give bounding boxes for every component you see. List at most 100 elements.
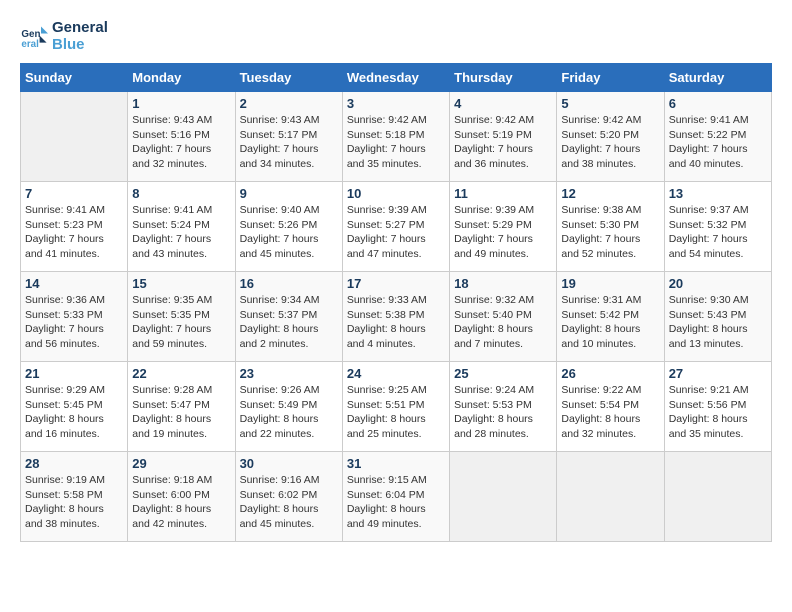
header: Gen eral GeneralBlue <box>20 20 772 53</box>
day-info: Sunrise: 9:33 AMSunset: 5:38 PMDaylight:… <box>347 293 445 352</box>
day-number: 25 <box>454 366 552 381</box>
day-cell: 1 Sunrise: 9:43 AMSunset: 5:16 PMDaylight… <box>128 92 235 182</box>
day-header-friday: Friday <box>557 64 664 92</box>
day-cell: 26 Sunrise: 9:22 AMSunset: 5:54 PMDayligh… <box>557 362 664 452</box>
day-cell: 5Sunrise: 9:42 AMSunset: 5:20 PMDaylight… <box>557 92 664 182</box>
day-info: Sunrise: 9:26 AMSunset: 5:49 PMDaylight:… <box>240 383 338 442</box>
day-cell: 30Sunrise: 9:16 AMSunset: 6:02 PMDayligh… <box>235 452 342 542</box>
day-info: Sunrise: 9:24 AMSunset: 5:53 PMDaylight:… <box>454 383 552 442</box>
day-number: 18 <box>454 276 552 291</box>
day-header-monday: Monday <box>128 64 235 92</box>
day-info: Sunrise: 9:43 AMSunset: 5:17 PMDaylight:… <box>240 113 338 172</box>
day-header-sunday: Sunday <box>21 64 128 92</box>
day-header-wednesday: Wednesday <box>342 64 449 92</box>
day-number: 3 <box>347 96 445 111</box>
day-number: 23 <box>240 366 338 381</box>
day-info: Sunrise: 9:22 AMSunset: 5:54 PMDaylight:… <box>561 383 659 442</box>
day-number: 7 <box>25 186 123 201</box>
day-number: 19 <box>561 276 659 291</box>
day-info: Sunrise: 9:29 AMSunset: 5:45 PMDaylight:… <box>25 383 123 442</box>
day-cell: 8 Sunrise: 9:41 AMSunset: 5:24 PMDaylight… <box>128 182 235 272</box>
day-number: 29 <box>132 456 230 471</box>
day-info: Sunrise: 9:42 AMSunset: 5:19 PMDaylight:… <box>454 113 552 172</box>
day-cell: 10 Sunrise: 9:39 AMSunset: 5:27 PMDayligh… <box>342 182 449 272</box>
day-info: Sunrise: 9:38 AMSunset: 5:30 PMDaylight:… <box>561 203 659 262</box>
week-row-2: 7 Sunrise: 9:41 AMSunset: 5:23 PMDaylight… <box>21 182 772 272</box>
day-cell: 9 Sunrise: 9:40 AMSunset: 5:26 PMDaylight… <box>235 182 342 272</box>
day-info: Sunrise: 9:42 AMSunset: 5:18 PMDaylight:… <box>347 113 445 172</box>
day-number: 28 <box>25 456 123 471</box>
day-info: Sunrise: 9:36 AMSunset: 5:33 PMDaylight:… <box>25 293 123 352</box>
day-number: 15 <box>132 276 230 291</box>
day-number: 8 <box>132 186 230 201</box>
day-number: 16 <box>240 276 338 291</box>
day-number: 11 <box>454 186 552 201</box>
day-cell: 15 Sunrise: 9:35 AMSunset: 5:35 PMDayligh… <box>128 272 235 362</box>
header-row: SundayMondayTuesdayWednesdayThursdayFrid… <box>21 64 772 92</box>
day-number: 26 <box>561 366 659 381</box>
day-info: Sunrise: 9:40 AMSunset: 5:26 PMDaylight:… <box>240 203 338 262</box>
day-cell: 4 Sunrise: 9:42 AMSunset: 5:19 PMDaylight… <box>450 92 557 182</box>
day-header-saturday: Saturday <box>664 64 771 92</box>
day-info: Sunrise: 9:41 AMSunset: 5:22 PMDaylight:… <box>669 113 767 172</box>
day-cell <box>21 92 128 182</box>
logo-icon: Gen eral <box>20 23 48 51</box>
day-cell: 18Sunrise: 9:32 AMSunset: 5:40 PMDayligh… <box>450 272 557 362</box>
day-cell: 29Sunrise: 9:18 AMSunset: 6:00 PMDayligh… <box>128 452 235 542</box>
day-info: Sunrise: 9:41 AMSunset: 5:23 PMDaylight:… <box>25 203 123 262</box>
day-info: Sunrise: 9:41 AMSunset: 5:24 PMDaylight:… <box>132 203 230 262</box>
day-number: 27 <box>669 366 767 381</box>
day-number: 21 <box>25 366 123 381</box>
day-number: 22 <box>132 366 230 381</box>
day-number: 2 <box>240 96 338 111</box>
day-header-thursday: Thursday <box>450 64 557 92</box>
day-info: Sunrise: 9:37 AMSunset: 5:32 PMDaylight:… <box>669 203 767 262</box>
day-cell: 6 Sunrise: 9:41 AMSunset: 5:22 PMDaylight… <box>664 92 771 182</box>
day-info: Sunrise: 9:19 AMSunset: 5:58 PMDaylight:… <box>25 473 123 532</box>
day-header-tuesday: Tuesday <box>235 64 342 92</box>
week-row-3: 14 Sunrise: 9:36 AMSunset: 5:33 PMDayligh… <box>21 272 772 362</box>
day-number: 6 <box>669 96 767 111</box>
day-number: 14 <box>25 276 123 291</box>
calendar-table: SundayMondayTuesdayWednesdayThursdayFrid… <box>20 63 772 542</box>
week-row-5: 28 Sunrise: 9:19 AMSunset: 5:58 PMDayligh… <box>21 452 772 542</box>
day-cell: 28 Sunrise: 9:19 AMSunset: 5:58 PMDayligh… <box>21 452 128 542</box>
day-cell: 2 Sunrise: 9:43 AMSunset: 5:17 PMDaylight… <box>235 92 342 182</box>
day-cell: 13Sunrise: 9:37 AMSunset: 5:32 PMDayligh… <box>664 182 771 272</box>
day-cell: 14 Sunrise: 9:36 AMSunset: 5:33 PMDayligh… <box>21 272 128 362</box>
day-number: 4 <box>454 96 552 111</box>
day-info: Sunrise: 9:43 AMSunset: 5:16 PMDaylight:… <box>132 113 230 172</box>
day-number: 12 <box>561 186 659 201</box>
day-cell: 31Sunrise: 9:15 AMSunset: 6:04 PMDayligh… <box>342 452 449 542</box>
day-info: Sunrise: 9:16 AMSunset: 6:02 PMDaylight:… <box>240 473 338 532</box>
day-number: 9 <box>240 186 338 201</box>
day-cell: 3 Sunrise: 9:42 AMSunset: 5:18 PMDaylight… <box>342 92 449 182</box>
day-cell: 25 Sunrise: 9:24 AMSunset: 5:53 PMDayligh… <box>450 362 557 452</box>
day-info: Sunrise: 9:39 AMSunset: 5:27 PMDaylight:… <box>347 203 445 262</box>
day-cell: 16 Sunrise: 9:34 AMSunset: 5:37 PMDayligh… <box>235 272 342 362</box>
day-number: 10 <box>347 186 445 201</box>
day-cell <box>664 452 771 542</box>
day-number: 24 <box>347 366 445 381</box>
day-cell: 19 Sunrise: 9:31 AMSunset: 5:42 PMDayligh… <box>557 272 664 362</box>
day-number: 20 <box>669 276 767 291</box>
day-cell: 24 Sunrise: 9:25 AMSunset: 5:51 PMDayligh… <box>342 362 449 452</box>
day-cell: 23 Sunrise: 9:26 AMSunset: 5:49 PMDayligh… <box>235 362 342 452</box>
day-cell: 12 Sunrise: 9:38 AMSunset: 5:30 PMDayligh… <box>557 182 664 272</box>
day-info: Sunrise: 9:25 AMSunset: 5:51 PMDaylight:… <box>347 383 445 442</box>
day-info: Sunrise: 9:34 AMSunset: 5:37 PMDaylight:… <box>240 293 338 352</box>
day-cell: 22Sunrise: 9:28 AMSunset: 5:47 PMDayligh… <box>128 362 235 452</box>
day-cell: 20Sunrise: 9:30 AMSunset: 5:43 PMDayligh… <box>664 272 771 362</box>
week-row-4: 21 Sunrise: 9:29 AMSunset: 5:45 PMDayligh… <box>21 362 772 452</box>
day-info: Sunrise: 9:31 AMSunset: 5:42 PMDaylight:… <box>561 293 659 352</box>
day-cell: 27Sunrise: 9:21 AMSunset: 5:56 PMDayligh… <box>664 362 771 452</box>
day-cell: 11Sunrise: 9:39 AMSunset: 5:29 PMDayligh… <box>450 182 557 272</box>
logo: Gen eral GeneralBlue <box>20 20 108 53</box>
day-cell: 17Sunrise: 9:33 AMSunset: 5:38 PMDayligh… <box>342 272 449 362</box>
day-number: 1 <box>132 96 230 111</box>
day-info: Sunrise: 9:15 AMSunset: 6:04 PMDaylight:… <box>347 473 445 532</box>
svg-text:eral: eral <box>21 38 39 49</box>
day-cell: 7 Sunrise: 9:41 AMSunset: 5:23 PMDaylight… <box>21 182 128 272</box>
day-info: Sunrise: 9:35 AMSunset: 5:35 PMDaylight:… <box>132 293 230 352</box>
week-row-1: 1 Sunrise: 9:43 AMSunset: 5:16 PMDaylight… <box>21 92 772 182</box>
